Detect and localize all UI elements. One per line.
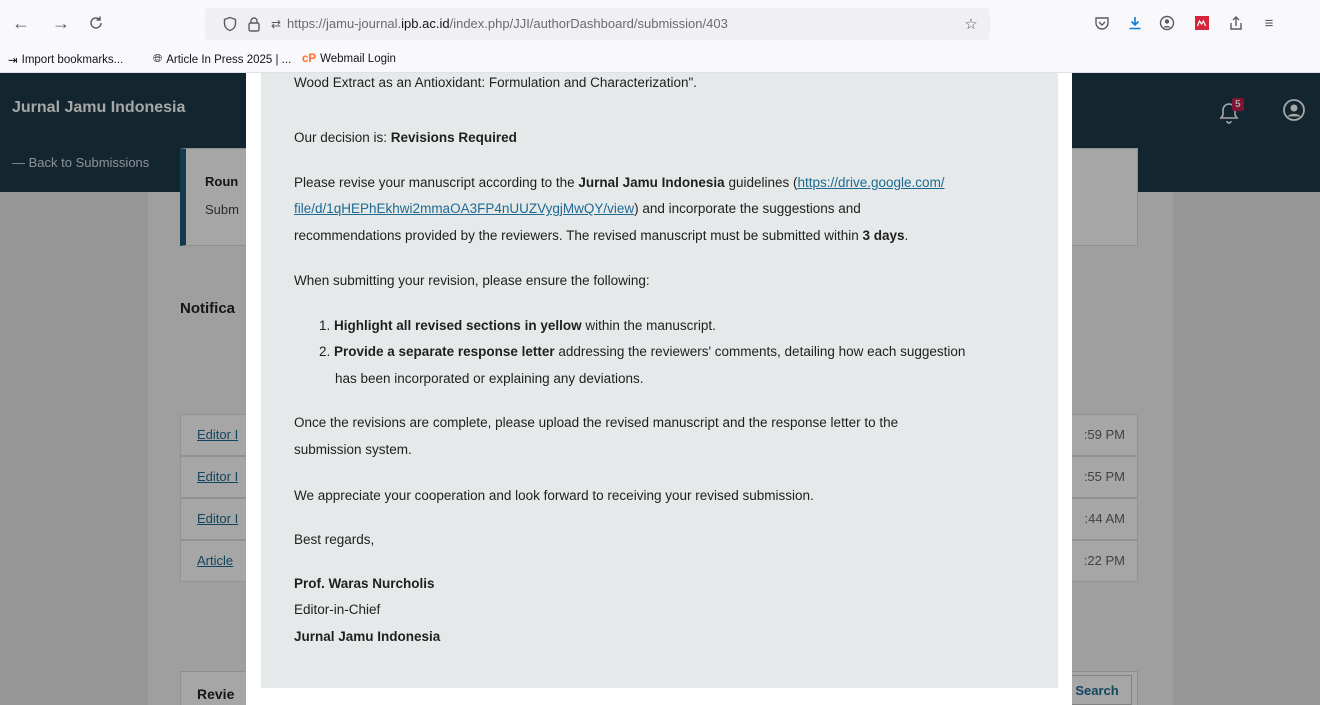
guidelines-link-continued[interactable]: file/d/1qHEPhEkhwi2mmaOA3FP4nUUZVygjMwQY… [294,201,634,216]
email-modal: Wood Extract as an Antioxidant: Formulat… [246,73,1072,705]
extension-icon[interactable] [1189,10,1215,36]
bookmark-article-in-press[interactable]: 🌐︎ Article In Press 2025 | ... [153,53,291,66]
email-message-body: Wood Extract as an Antioxidant: Formulat… [261,73,1058,688]
ensure-line: When submitting your revision, please en… [294,273,650,288]
forward-arrow-icon[interactable]: → [48,10,74,36]
appreciation-line: We appreciate your cooperation and look … [294,488,814,503]
pocket-icon[interactable] [1089,10,1115,36]
reload-icon[interactable] [83,10,109,36]
address-bar[interactable]: ⇄ https://jamu-journal.ipb.ac.id/index.p… [205,8,990,40]
revise-line-2: file/d/1qHEPhEkhwi2mmaOA3FP4nUUZVygjMwQY… [294,201,861,216]
download-icon[interactable] [1122,10,1148,36]
account-icon[interactable] [1154,10,1180,36]
list-item-2-continued: has been incorporated or explaining any … [335,371,644,386]
page-viewport: Jurnal Jamu Indonesia — Back to Submissi… [0,73,1320,705]
permissions-icon[interactable]: ⇄ [263,11,289,37]
share-icon[interactable] [1223,10,1249,36]
globe-icon: 🌐︎ [153,53,163,65]
guidelines-link[interactable]: https://drive.google.com/ [797,175,944,190]
bookmarks-bar: ⇥ Import bookmarks... 🌐︎ Article In Pres… [0,47,1320,73]
url-text[interactable]: https://jamu-journal.ipb.ac.id/index.php… [287,16,728,31]
cpanel-icon: cP [302,53,317,65]
once-line-1: Once the revisions are complete, please … [294,415,899,430]
deadline-value: 3 days [862,228,905,243]
browser-toolbar: ← → ⇄ https://jamu-journal.ipb.ac.id/ind… [0,0,1320,47]
revise-line-1: Please revise your manuscript according … [294,175,945,190]
signature-name: Prof. Waras Nurcholis [294,576,435,591]
list-item-1: 1. Highlight all revised sections in yel… [319,318,716,333]
bookmark-import[interactable]: ⇥ Import bookmarks... [8,53,123,67]
import-icon: ⇥ [8,55,18,67]
decision-value: Revisions Required [390,130,517,145]
list-item-2: 2. Provide a separate response letter ad… [319,344,966,359]
signature-journal: Jurnal Jamu Indonesia [294,629,441,644]
article-title-line: Wood Extract as an Antioxidant: Formulat… [294,75,698,90]
decision-line: Our decision is: Revisions Required [294,130,517,145]
signature-title: Editor-in-Chief [294,602,381,617]
menu-icon[interactable]: ≡ [1256,10,1282,36]
once-line-2: submission system. [294,442,412,457]
regards-line: Best regards, [294,532,375,547]
bookmark-webmail[interactable]: cP Webmail Login [302,53,396,65]
revise-line-3: recommendations provided by the reviewer… [294,228,909,243]
bookmark-star-icon[interactable]: ☆ [958,11,984,37]
tracking-shield-icon[interactable] [217,11,243,37]
back-arrow-icon[interactable]: ← [8,10,34,36]
